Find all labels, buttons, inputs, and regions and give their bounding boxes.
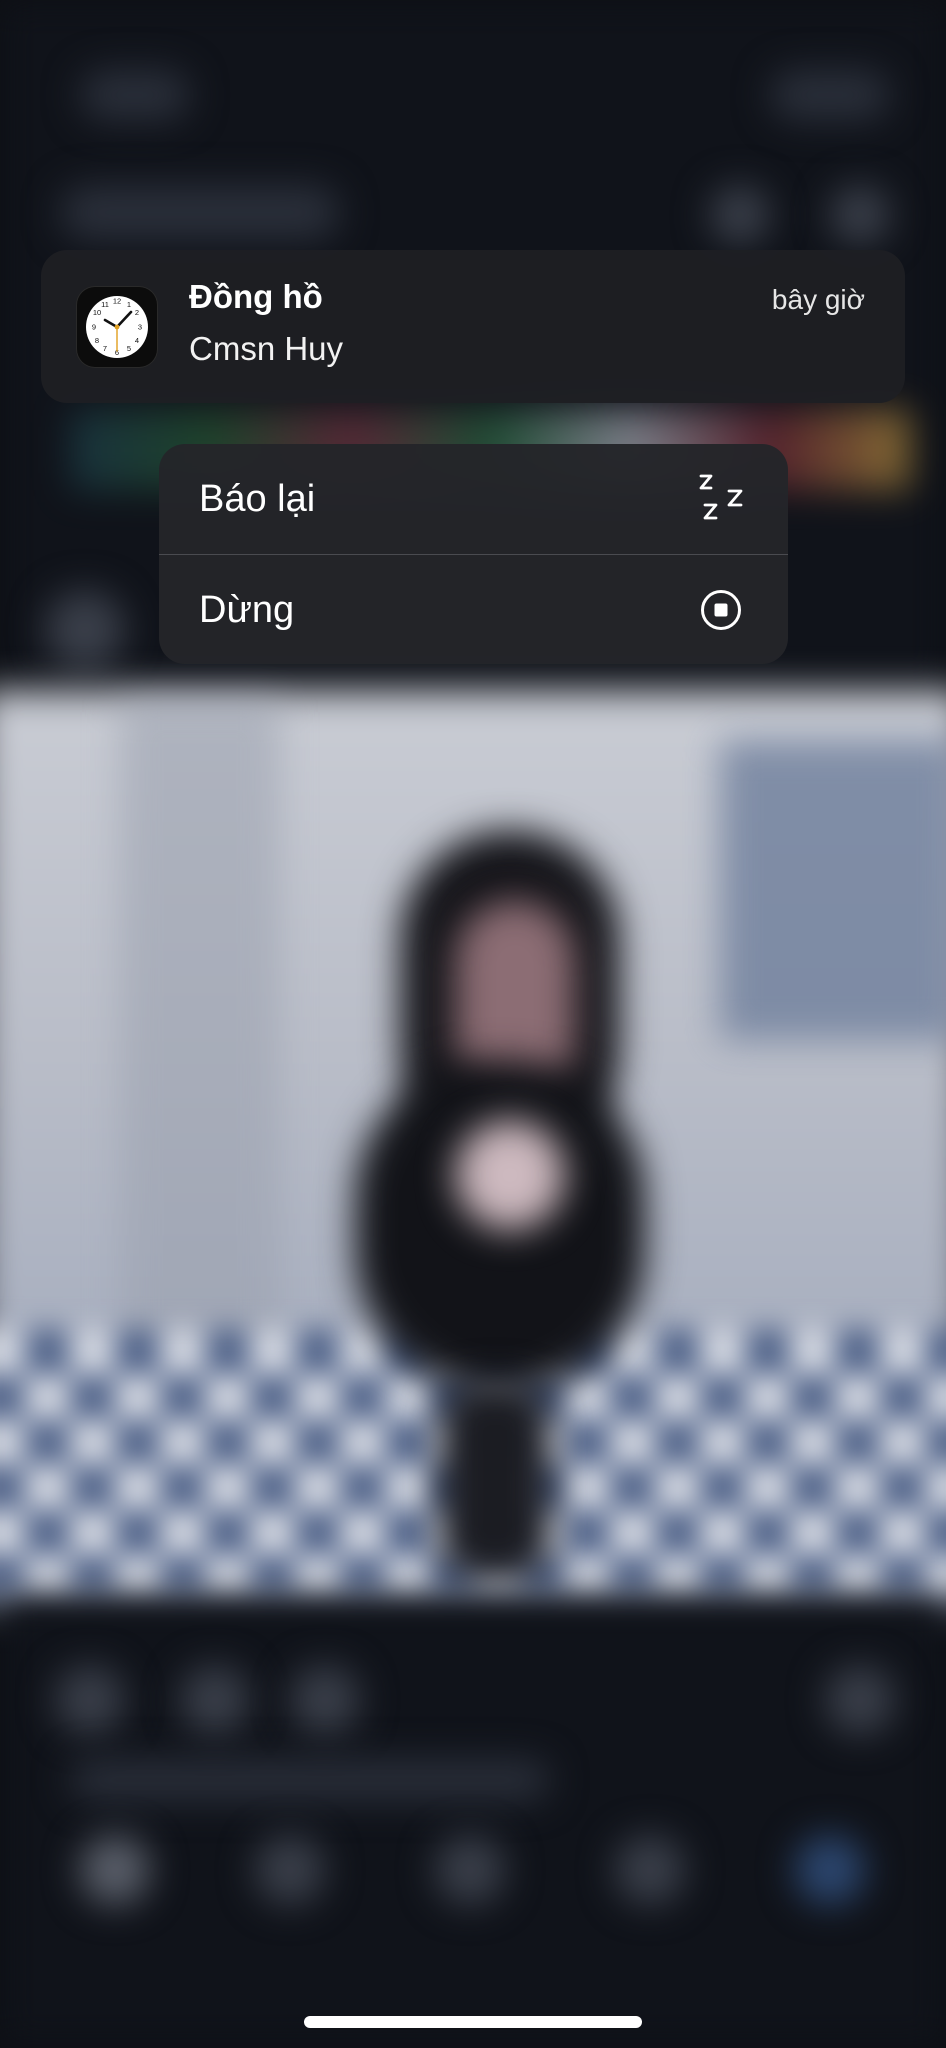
clock-icon: 12 1 2 345 678 9 10 11	[77, 287, 157, 367]
notification-message: Cmsn Huy	[189, 330, 344, 367]
blurred-header-icon	[710, 185, 770, 245]
svg-text:5: 5	[127, 344, 131, 353]
stop-label: Dừng	[199, 589, 295, 631]
background-bottom-area	[0, 1600, 946, 2048]
blurred-avatar	[45, 590, 125, 670]
blurred-header-title	[60, 185, 340, 240]
blurred-tab-icon	[80, 1835, 150, 1905]
blurred-status-right	[770, 70, 890, 120]
blurred-tab-icon	[795, 1835, 865, 1905]
svg-text:12: 12	[113, 297, 121, 306]
svg-text:2: 2	[135, 308, 139, 317]
notification-app-name: Đồng hồ	[189, 278, 323, 315]
notification-time: bây giờ	[771, 284, 865, 315]
blurred-photo-post	[120, 700, 280, 1400]
blurred-tab-icon	[435, 1835, 505, 1905]
blurred-action-icon	[55, 1665, 125, 1735]
home-indicator[interactable]	[304, 2016, 642, 2028]
svg-text:10: 10	[93, 308, 101, 317]
zzz-icon	[699, 474, 743, 520]
snooze-button[interactable]: Báo lại	[159, 444, 788, 554]
svg-text:9: 9	[92, 323, 96, 332]
notification-action-menu: Báo lại Dừng	[159, 444, 788, 664]
svg-text:7: 7	[103, 344, 107, 353]
stop-button[interactable]: Dừng	[159, 555, 788, 664]
blurred-tab-icon	[615, 1835, 685, 1905]
svg-text:1: 1	[127, 300, 131, 309]
svg-text:11: 11	[101, 300, 109, 309]
svg-text:3: 3	[138, 323, 142, 332]
blurred-photo-wall	[720, 740, 946, 1040]
blurred-header-icon	[830, 185, 890, 245]
snooze-label: Báo lại	[199, 478, 316, 520]
blurred-tab-icon	[255, 1835, 325, 1905]
blurred-person-legs	[440, 1380, 550, 1580]
alarm-notification[interactable]: 12 1 2 345 678 9 10 11 Đồng hồ Cmsn Huy bây …	[41, 250, 905, 403]
blurred-action-icon	[180, 1665, 250, 1735]
stop-circle-icon	[701, 590, 741, 630]
blurred-person-chest	[455, 1120, 565, 1230]
blurred-status-left	[80, 70, 190, 120]
svg-text:8: 8	[95, 336, 99, 345]
blurred-action-icon	[290, 1665, 360, 1735]
blurred-action-icon	[825, 1665, 895, 1735]
blurred-caption	[70, 1760, 550, 1800]
svg-text:4: 4	[135, 336, 139, 345]
